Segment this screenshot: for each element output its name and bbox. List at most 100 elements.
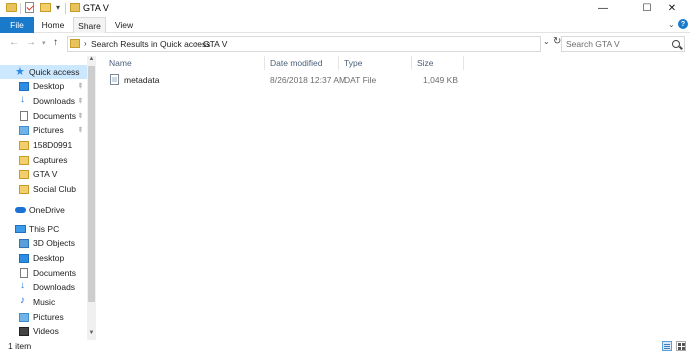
tab-home[interactable]: Home [36, 17, 70, 33]
qat-dropdown-icon[interactable]: ▾ [56, 3, 60, 12]
sidebar-item-158d0991[interactable]: 158D0991 [0, 138, 87, 152]
file-row[interactable]: metadata 8/26/2018 12:37 AM DAT File 1,0… [106, 73, 463, 87]
new-folder-icon[interactable] [40, 3, 51, 12]
sidebar-item-captures[interactable]: Captures [0, 153, 87, 167]
chevron-right-icon[interactable]: › [195, 39, 198, 48]
search-input[interactable]: Search GTA V [561, 36, 685, 52]
sidebar-item-label: This PC [29, 224, 60, 234]
breadcrumb-gta-v[interactable]: GTA V [203, 39, 227, 49]
sidebar-item-label: Documents [33, 111, 76, 121]
column-header-type[interactable]: Type [344, 56, 362, 70]
documents-icon [20, 268, 28, 278]
tab-view[interactable]: View [108, 17, 140, 33]
sidebar-item-label: Downloads [33, 282, 76, 292]
sidebar-item-3d-objects[interactable]: 3D Objects [0, 236, 87, 250]
qat-separator [20, 3, 21, 14]
title-folder-icon [70, 3, 80, 12]
file-size: 1,049 KB [423, 75, 458, 85]
scroll-thumb[interactable] [88, 66, 95, 302]
sidebar-item-label: 158D0991 [33, 140, 73, 150]
address-dropdown-icon[interactable]: ⌄ [543, 37, 550, 46]
file-icon [110, 74, 119, 85]
file-date-modified: 8/26/2018 12:37 AM [270, 75, 347, 85]
folder-icon [6, 3, 17, 12]
folder-icon [19, 156, 29, 165]
column-header-size[interactable]: Size [417, 56, 434, 70]
sidebar-item-label: Quick access [29, 67, 80, 77]
sidebar-item-pictures[interactable]: Pictures ✎ [0, 123, 87, 137]
recent-locations-icon[interactable]: ▾ [42, 39, 46, 47]
column-divider[interactable] [264, 56, 265, 70]
tab-file[interactable]: File [0, 17, 34, 33]
minimize-button[interactable]: — [586, 0, 620, 17]
pc-icon [15, 225, 26, 233]
pin-icon: ✎ [75, 96, 85, 106]
chevron-right-icon[interactable]: › [84, 39, 87, 48]
videos-icon [19, 327, 29, 336]
sidebar-item-label: Videos [33, 326, 59, 336]
search-icon [672, 40, 680, 48]
ribbon-tabs: File Home Share View ⌄ ? [0, 17, 690, 33]
sidebar-item-music[interactable]: ♪ Music [0, 295, 87, 309]
sidebar-item-desktop[interactable]: Desktop ✎ [0, 79, 87, 93]
sidebar-item-label: Desktop [33, 81, 65, 91]
sidebar-item-social-club[interactable]: Social Club [0, 182, 87, 196]
music-icon: ♪ [20, 295, 25, 306]
pin-icon: ✎ [75, 81, 85, 91]
large-icons-view-icon[interactable] [676, 341, 686, 351]
3d-objects-icon [19, 239, 29, 248]
desktop-icon [19, 82, 29, 91]
sidebar-item-desktop-pc[interactable]: Desktop [0, 251, 87, 265]
column-header-date-modified[interactable]: Date modified [270, 56, 322, 70]
folder-icon [19, 141, 29, 150]
sidebar-item-gta-v[interactable]: GTA V [0, 167, 87, 181]
title-bar: ▾ GTA V — ☐ ✕ [0, 0, 690, 17]
up-button[interactable]: ↑ [53, 37, 58, 48]
scroll-up-icon[interactable]: ▲ [87, 56, 96, 65]
sidebar-scrollbar[interactable]: ▲ ▼ [87, 56, 96, 340]
properties-icon[interactable] [25, 2, 34, 13]
sidebar-item-videos[interactable]: Videos [0, 324, 87, 338]
sidebar-item-documents-pc[interactable]: Documents [0, 266, 87, 280]
expand-ribbon-icon[interactable]: ⌄ [668, 20, 675, 29]
folder-icon [19, 170, 29, 179]
search-placeholder: Search GTA V [566, 39, 620, 49]
sidebar-item-downloads[interactable]: ↓ Downloads ✎ [0, 94, 87, 108]
tab-share[interactable]: Share [73, 17, 106, 33]
sidebar-item-quick-access[interactable]: ★ Quick access [0, 65, 87, 79]
onedrive-icon [15, 207, 26, 213]
column-divider[interactable] [338, 56, 339, 70]
file-name: metadata [124, 75, 160, 85]
close-button[interactable]: ✕ [655, 0, 689, 17]
pin-icon: ✎ [75, 111, 85, 121]
file-list: Name Date modified Type Size metadata 8/… [98, 56, 690, 340]
scroll-down-icon[interactable]: ▼ [87, 330, 96, 339]
details-view-icon[interactable] [662, 341, 672, 351]
back-button[interactable]: ← [9, 37, 19, 48]
sidebar-item-label: Social Club [33, 184, 76, 194]
address-bar[interactable]: › Search Results in Quick access › GTA V [67, 36, 541, 52]
sidebar-item-this-pc[interactable]: This PC [0, 222, 87, 236]
column-divider[interactable] [463, 56, 464, 70]
item-count: 1 item [8, 341, 32, 351]
sidebar-item-label: Documents [33, 268, 76, 278]
sidebar-item-label: OneDrive [29, 205, 65, 215]
breadcrumb-search-results[interactable]: Search Results in Quick access [91, 39, 211, 49]
forward-button[interactable]: → [26, 37, 36, 48]
window-title: GTA V [83, 3, 109, 13]
sidebar-item-downloads-pc[interactable]: ↓ Downloads [0, 280, 87, 294]
status-bar: 1 item [0, 340, 690, 352]
pictures-icon [19, 313, 29, 322]
download-icon: ↓ [20, 280, 25, 291]
column-header-name[interactable]: Name [109, 56, 132, 70]
download-icon: ↓ [20, 94, 25, 105]
file-type: DAT File [344, 75, 377, 85]
sidebar-item-pictures-pc[interactable]: Pictures [0, 310, 87, 324]
navigation-pane: ★ Quick access Desktop ✎ ↓ Downloads ✎ D… [0, 56, 97, 340]
column-divider[interactable] [411, 56, 412, 70]
pin-icon: ✎ [75, 125, 85, 135]
sidebar-item-documents[interactable]: Documents ✎ [0, 109, 87, 123]
qat-separator [65, 3, 66, 14]
help-icon[interactable]: ? [678, 19, 688, 29]
sidebar-item-onedrive[interactable]: OneDrive [0, 203, 87, 217]
